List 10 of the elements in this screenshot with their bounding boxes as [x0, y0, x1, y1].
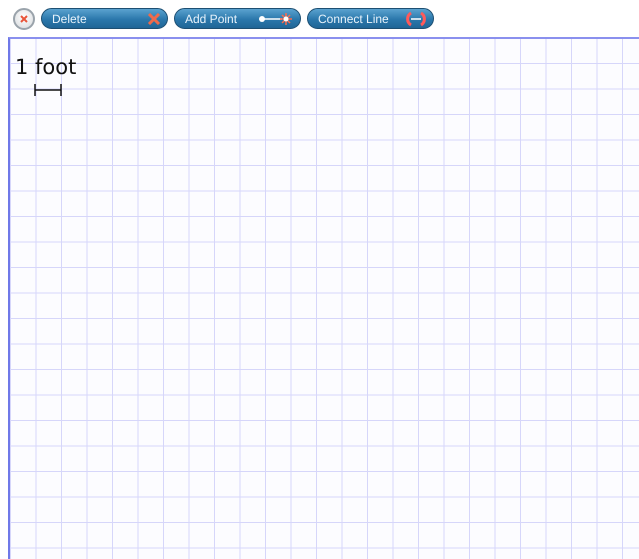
connect-line-button[interactable]: Connect Line: [307, 8, 434, 29]
add-point-button[interactable]: Add Point: [174, 8, 301, 29]
connect-line-icon: [405, 10, 427, 26]
close-button[interactable]: [13, 8, 35, 30]
close-icon: [20, 14, 28, 22]
point-line-icon: [258, 12, 294, 26]
scale-label: 1 foot: [15, 55, 76, 79]
scale-bar-icon: [34, 83, 62, 97]
delete-button[interactable]: Delete: [41, 8, 168, 29]
close-icon: [147, 12, 161, 24]
